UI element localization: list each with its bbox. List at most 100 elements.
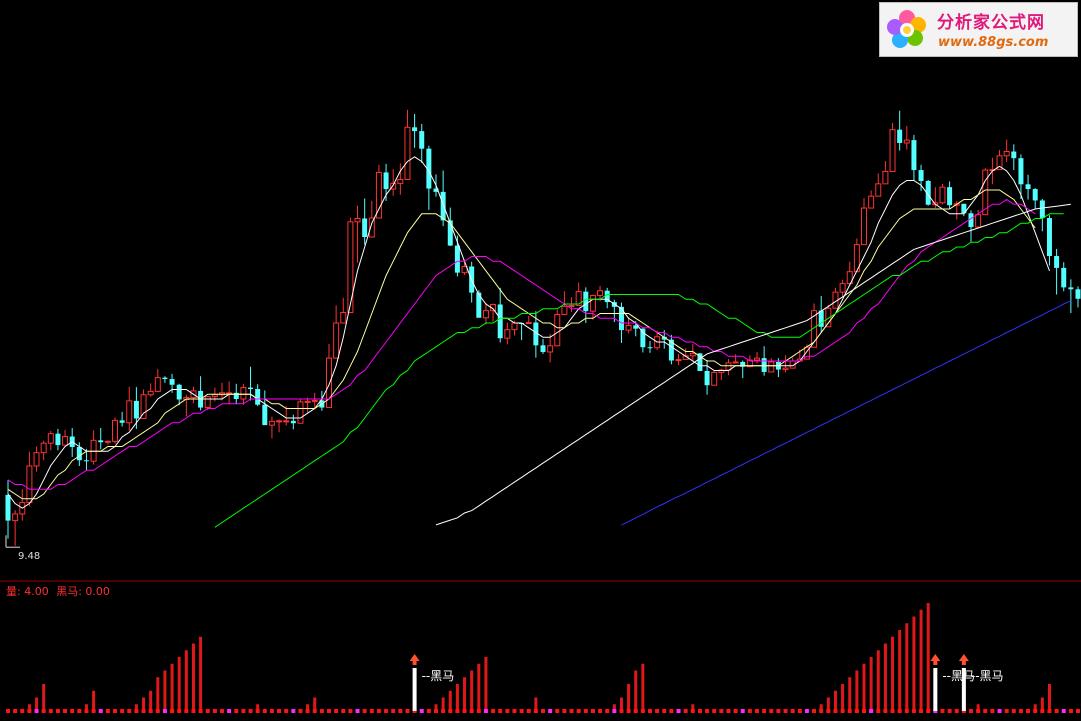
candle-body — [1039, 200, 1045, 219]
candle — [740, 360, 746, 379]
indicator-dot — [398, 709, 403, 713]
indicator-dot — [590, 709, 595, 713]
candle — [204, 396, 211, 410]
candle — [162, 376, 168, 383]
indicator-dot — [262, 709, 267, 713]
candle-body — [226, 392, 233, 395]
candle-body — [354, 218, 361, 223]
candle-body — [154, 377, 161, 392]
indicator-bar — [848, 677, 852, 711]
candle — [968, 210, 974, 242]
candle — [1068, 279, 1074, 314]
indicator-dot — [533, 709, 538, 713]
indicator-dot — [134, 709, 139, 713]
candle — [362, 198, 368, 245]
indicator-bar — [905, 623, 909, 711]
candle-body — [233, 392, 239, 399]
candle — [404, 109, 411, 181]
candle-body — [268, 420, 275, 426]
indicator-dot — [854, 709, 859, 713]
candle — [62, 429, 69, 446]
indicator-dot — [391, 709, 396, 713]
indicator-dot — [220, 709, 224, 713]
candle-body — [568, 304, 575, 307]
indicator-bar — [841, 684, 845, 711]
indicator-dot — [1061, 709, 1066, 713]
candle-body — [482, 310, 489, 319]
indicator-dot — [541, 709, 545, 713]
candle — [33, 446, 40, 472]
site-logo[interactable]: 分析家公式网 www.88gs.com — [879, 2, 1078, 57]
indicator-dot — [797, 709, 802, 713]
indicator-dot — [234, 709, 239, 713]
indicator-bar — [869, 657, 873, 711]
indicator-bar — [833, 690, 837, 711]
indicator-bar — [170, 663, 174, 711]
indicator-bar — [926, 603, 930, 711]
candle — [226, 381, 233, 405]
candle-body — [640, 328, 646, 348]
indicator-dot — [291, 709, 296, 713]
low-price-label: 9.48 — [18, 551, 41, 562]
indicator-dot — [733, 709, 738, 713]
indicator-dot — [512, 709, 517, 713]
indicator-dot — [105, 709, 110, 713]
candle-body — [1032, 189, 1038, 201]
candle-body — [918, 170, 924, 181]
indicator-dot — [255, 709, 260, 713]
indicator-bar — [1040, 697, 1044, 711]
signal-bar — [933, 668, 938, 711]
indicator-dot — [348, 709, 353, 713]
candle — [568, 297, 575, 313]
signal-bar — [961, 668, 966, 711]
candle-body — [675, 359, 682, 362]
candle-body — [211, 394, 218, 398]
indicator-dot — [983, 709, 988, 713]
candle-body — [397, 179, 404, 184]
indicator-dot — [762, 709, 767, 713]
candle — [461, 260, 468, 276]
candle — [1025, 174, 1031, 200]
candle — [1003, 139, 1010, 162]
indicator-dot — [819, 709, 824, 713]
indicator-dot — [1054, 709, 1059, 713]
indicator-dot — [833, 709, 838, 713]
candle-body — [176, 384, 182, 400]
indicator-dot — [919, 709, 924, 713]
candle — [868, 190, 875, 209]
indicator-dot — [990, 709, 995, 713]
candle-body — [1046, 218, 1052, 257]
indicator-dot — [148, 709, 153, 713]
candlesticks — [5, 109, 1081, 548]
stock-chart: --黑马 --黑马--黑马 — [0, 109, 1081, 713]
indicator-dot — [362, 709, 367, 713]
candle — [47, 430, 54, 451]
indicator-bar — [862, 663, 866, 711]
indicator-dot — [969, 709, 973, 713]
indicator-dot — [705, 709, 710, 713]
indicator-bar — [463, 677, 467, 711]
candle-body — [5, 494, 11, 521]
indicator-dot — [662, 709, 667, 713]
candle — [290, 414, 296, 430]
indicator-dot — [840, 709, 845, 713]
indicator-bar — [199, 636, 203, 711]
indicator-bar — [35, 697, 39, 711]
candle — [640, 327, 646, 353]
indicator-dot — [198, 709, 203, 713]
candle — [19, 489, 26, 521]
candle — [198, 376, 204, 411]
indicator-dot — [655, 709, 660, 713]
indicator-dot — [184, 709, 189, 713]
indicator-bar — [891, 636, 895, 711]
indicator-bar — [898, 630, 902, 711]
indicator-dot — [954, 709, 959, 713]
indicator-dot — [55, 709, 60, 713]
candle-body — [525, 322, 532, 325]
ma120-line — [435, 203, 1071, 526]
indicator-dot — [355, 709, 360, 713]
indicator-dot — [583, 709, 588, 713]
indicator-dot — [783, 709, 788, 713]
indicator-dot — [441, 709, 446, 713]
candle-body — [412, 127, 418, 132]
